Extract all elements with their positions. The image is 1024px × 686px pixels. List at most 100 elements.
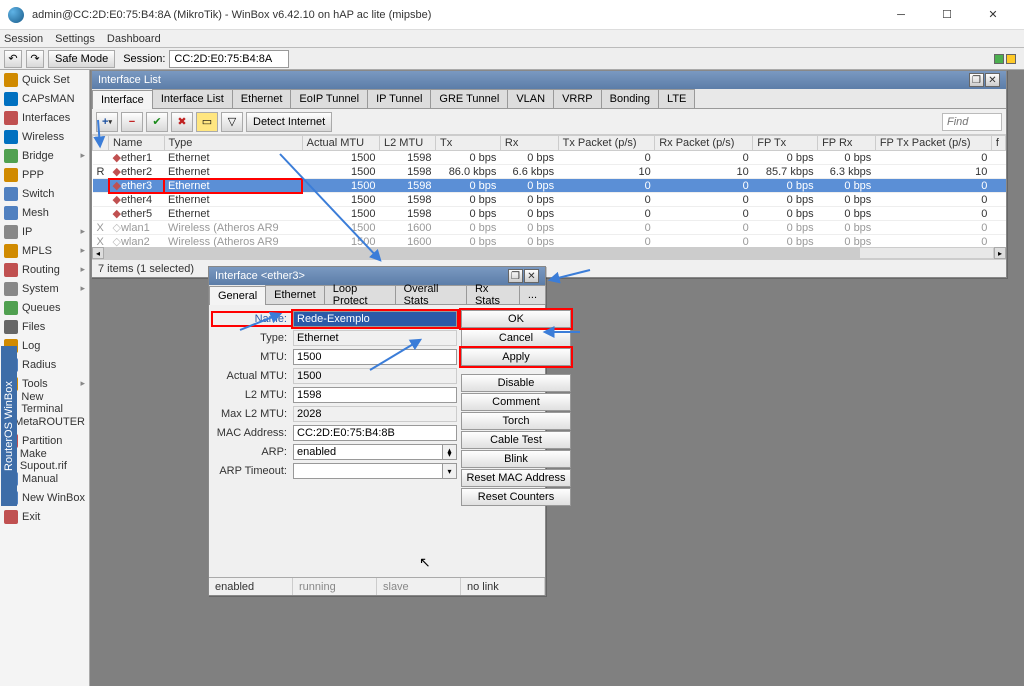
find-input[interactable]: [942, 113, 1002, 131]
interface-detail-status: enabled running slave no link: [209, 577, 545, 595]
detect-internet-button[interactable]: Detect Internet: [246, 112, 332, 132]
maximize-button[interactable]: ☐: [924, 0, 970, 30]
sidebar-item-files[interactable]: Files: [0, 317, 89, 336]
hscroll-thumb[interactable]: [105, 248, 860, 258]
apply-button[interactable]: Apply: [461, 348, 571, 366]
detail-tab-...[interactable]: ...: [519, 285, 546, 304]
disable-button[interactable]: Disable: [461, 374, 571, 392]
field-arp[interactable]: [293, 444, 443, 460]
sidebar-item-mesh[interactable]: Mesh: [0, 203, 89, 222]
menu-settings[interactable]: Settings: [55, 33, 95, 45]
sidebar-item-label: Make Supout.rif: [20, 448, 85, 472]
hscroll-track[interactable]: [104, 247, 994, 259]
interface-table[interactable]: NameTypeActual MTUL2 MTUTxRxTx Packet (p…: [92, 135, 1006, 247]
filter-button[interactable]: ▽: [221, 112, 243, 132]
cancel-button[interactable]: Cancel: [461, 329, 571, 347]
sidebar-item-mpls[interactable]: MPLS▸: [0, 241, 89, 260]
tab-interface[interactable]: Interface: [92, 90, 153, 109]
menu-dashboard[interactable]: Dashboard: [107, 33, 161, 45]
minimize-button[interactable]: ─: [878, 0, 924, 30]
tab-eoip-tunnel[interactable]: EoIP Tunnel: [290, 89, 368, 108]
table-header-row: NameTypeActual MTUL2 MTUTxRxTx Packet (p…: [93, 136, 1006, 151]
tab-ethernet[interactable]: Ethernet: [232, 89, 292, 108]
field-label: Type:: [213, 332, 293, 344]
sidebar-item-exit[interactable]: Exit: [0, 507, 89, 526]
detail-tab-loop-protect[interactable]: Loop Protect: [324, 285, 396, 304]
table-row[interactable]: ◆ether3Ethernet150015980 bps0 bps000 bps…: [93, 179, 1006, 193]
remove-button[interactable]: −: [121, 112, 143, 132]
disable-button[interactable]: ✖: [171, 112, 193, 132]
field-label: MAC Address:: [213, 427, 293, 439]
arp-timeout-dropdown-icon[interactable]: ▾: [443, 463, 457, 479]
app-icon: [8, 7, 24, 23]
sidebar-item-ip[interactable]: IP▸: [0, 222, 89, 241]
redo-button[interactable]: ↷: [26, 50, 44, 68]
tab-lte[interactable]: LTE: [658, 89, 695, 108]
sidebar-item-wireless[interactable]: Wireless: [0, 127, 89, 146]
table-row[interactable]: X◇wlan2Wireless (Atheros AR9150016000 bp…: [93, 235, 1006, 248]
window-restore-button[interactable]: ❐: [969, 73, 984, 87]
detail-tab-ethernet[interactable]: Ethernet: [265, 285, 325, 304]
ok-button[interactable]: OK: [461, 310, 571, 328]
tab-interface-list[interactable]: Interface List: [152, 89, 233, 108]
field-label: L2 MTU:: [213, 389, 293, 401]
table-row[interactable]: X◇wlan1Wireless (Atheros AR9150016000 bp…: [93, 221, 1006, 235]
field-name[interactable]: [293, 311, 457, 327]
close-button[interactable]: ✕: [970, 0, 1016, 30]
reset-mac-address-button[interactable]: Reset MAC Address: [461, 469, 571, 487]
tab-vrrp[interactable]: VRRP: [553, 89, 602, 108]
tab-gre-tunnel[interactable]: GRE Tunnel: [430, 89, 508, 108]
tab-ip-tunnel[interactable]: IP Tunnel: [367, 89, 431, 108]
interface-list-title[interactable]: Interface List ❐ ✕: [92, 71, 1006, 89]
sidebar-item-label: Bridge: [22, 150, 54, 162]
field-label: Name:: [213, 313, 293, 325]
torch-button[interactable]: Torch: [461, 412, 571, 430]
scroll-left-button[interactable]: ◂: [92, 247, 104, 259]
comment-button[interactable]: ▭: [196, 112, 218, 132]
detail-close-button[interactable]: ✕: [524, 269, 539, 283]
field-label: ARP:: [213, 446, 293, 458]
add-button[interactable]: +▾: [96, 112, 118, 132]
table-row[interactable]: ◆ether5Ethernet150015980 bps0 bps000 bps…: [93, 207, 1006, 221]
undo-button[interactable]: ↶: [4, 50, 22, 68]
tab-vlan[interactable]: VLAN: [507, 89, 554, 108]
comment-button[interactable]: Comment: [461, 393, 571, 411]
enable-button[interactable]: ✔: [146, 112, 168, 132]
arp-dropdown-icon[interactable]: ⧫: [443, 444, 457, 460]
field-label: ARP Timeout:: [213, 465, 293, 477]
field-actual-mtu: [293, 368, 457, 384]
sidebar-item-switch[interactable]: Switch: [0, 184, 89, 203]
menu-session[interactable]: Session: [4, 33, 43, 45]
sidebar-item-quick-set[interactable]: Quick Set: [0, 70, 89, 89]
sidebar-item-system[interactable]: System▸: [0, 279, 89, 298]
field-arp-timeout[interactable]: [293, 463, 443, 479]
field-mtu[interactable]: [293, 349, 457, 365]
cable-test-button[interactable]: Cable Test: [461, 431, 571, 449]
sidebar-item-label: Wireless: [22, 131, 64, 143]
detail-tab-rx-stats[interactable]: Rx Stats: [466, 285, 520, 304]
field-mac-address[interactable]: [293, 425, 457, 441]
tab-bonding[interactable]: Bonding: [601, 89, 659, 108]
interface-detail-window: Interface <ether3> ❐ ✕ GeneralEthernetLo…: [208, 266, 546, 596]
session-toolbar: ↶ ↷ Safe Mode Session:: [0, 48, 1024, 70]
session-input[interactable]: [169, 50, 289, 68]
sidebar-item-capsman[interactable]: CAPsMAN: [0, 89, 89, 108]
table-row[interactable]: ◆ether1Ethernet150015980 bps0 bps000 bps…: [93, 151, 1006, 165]
sidebar-item-queues[interactable]: Queues: [0, 298, 89, 317]
sidebar-item-ppp[interactable]: PPP: [0, 165, 89, 184]
sidebar-item-routing[interactable]: Routing▸: [0, 260, 89, 279]
window-close-button[interactable]: ✕: [985, 73, 1000, 87]
table-row[interactable]: R◆ether2Ethernet1500159886.0 kbps6.6 kbp…: [93, 165, 1006, 179]
sidebar-item-interfaces[interactable]: Interfaces: [0, 108, 89, 127]
safe-mode-button[interactable]: Safe Mode: [48, 50, 115, 68]
table-row[interactable]: ◆ether4Ethernet150015980 bps0 bps000 bps…: [93, 193, 1006, 207]
reset-counters-button[interactable]: Reset Counters: [461, 488, 571, 506]
blink-button[interactable]: Blink: [461, 450, 571, 468]
field-l2-mtu[interactable]: [293, 387, 457, 403]
sidebar-item-bridge[interactable]: Bridge▸: [0, 146, 89, 165]
detail-tab-general[interactable]: General: [209, 286, 266, 305]
detail-restore-button[interactable]: ❐: [508, 269, 523, 283]
detail-tab-overall-stats[interactable]: Overall Stats: [395, 285, 467, 304]
scroll-right-button[interactable]: ▸: [994, 247, 1006, 259]
interface-list-toolbar: +▾ − ✔ ✖ ▭ ▽ Detect Internet: [92, 109, 1006, 135]
